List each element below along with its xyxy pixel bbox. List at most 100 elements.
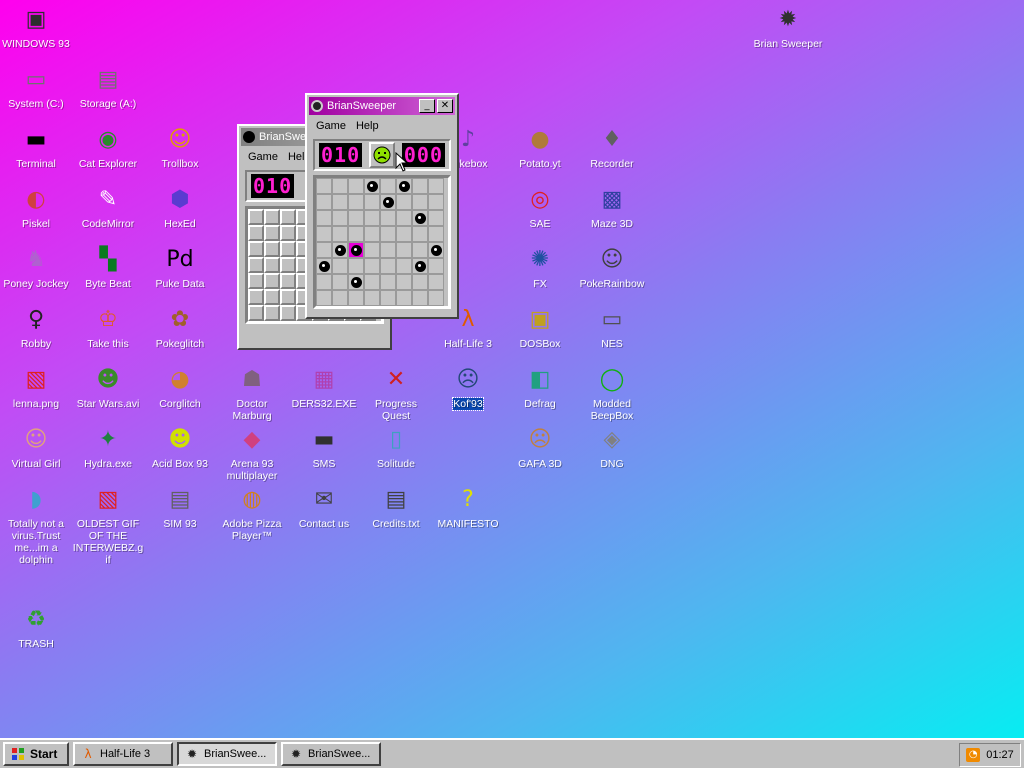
desktop-icon-sms[interactable]: ▬ SMS	[288, 424, 360, 482]
mine-cell[interactable]	[348, 242, 364, 258]
mine-cell[interactable]	[412, 194, 428, 210]
mine-cell[interactable]	[412, 290, 428, 306]
desktop-icon-dolphin[interactable]: ◗ Totally not a virus.Trust me...im a dol…	[0, 484, 72, 566]
mine-cell[interactable]	[332, 194, 348, 210]
mine-cell[interactable]	[428, 258, 444, 274]
mine-cell[interactable]	[332, 290, 348, 306]
mine-cell[interactable]	[248, 225, 264, 241]
mine-cell[interactable]	[380, 210, 396, 226]
desktop-icon-beepbox[interactable]: ◯ Modded BeepBox	[576, 364, 648, 422]
desktop-icon-acid-smiley[interactable]: ☻ Acid Box 93	[144, 424, 216, 482]
mine-cell[interactable]	[412, 210, 428, 226]
mine-cell[interactable]	[316, 258, 332, 274]
mine-cell[interactable]	[380, 226, 396, 242]
mine-cell[interactable]	[380, 178, 396, 194]
desktop-icon-sae-ball[interactable]: ◎ SAE	[504, 184, 576, 242]
mine-cell[interactable]	[364, 194, 380, 210]
taskbar-button[interactable]: ✹ BrianSwee...	[281, 742, 381, 766]
mine-cell[interactable]	[332, 274, 348, 290]
minimize-button[interactable]: _	[419, 99, 435, 113]
mine-cell[interactable]	[264, 273, 280, 289]
taskbar-button[interactable]: ✹ BrianSwee...	[177, 742, 277, 766]
taskbar-button[interactable]: λ Half-Life 3	[73, 742, 173, 766]
menu-game[interactable]: Game	[243, 151, 283, 163]
desktop-icon-question[interactable]: ? MANIFESTO	[432, 484, 504, 542]
mine-cell[interactable]	[280, 305, 296, 321]
mine-cell[interactable]	[248, 289, 264, 305]
mine-cell[interactable]	[396, 290, 412, 306]
mine-cell[interactable]	[380, 194, 396, 210]
desktop-icon-cube[interactable]: ◆ Arena 93 multiplayer	[216, 424, 288, 482]
mine-cell[interactable]	[364, 290, 380, 306]
desktop-icon-corgi[interactable]: ◕ Corglitch	[144, 364, 216, 422]
desktop-icon-bytebeat[interactable]: ▚ Byte Beat	[72, 244, 144, 302]
briansweeper-window[interactable]: BrianSweeper _ ✕ Game Help 010 000	[305, 93, 459, 319]
desktop-icon-pokeglitch[interactable]: ✿ Pokeglitch	[144, 304, 216, 362]
mine-cell[interactable]	[364, 178, 380, 194]
mine-cell[interactable]	[348, 210, 364, 226]
mine-cell[interactable]	[332, 226, 348, 242]
mine-cell[interactable]	[280, 257, 296, 273]
mine-cell[interactable]	[396, 178, 412, 194]
mine-cell[interactable]	[412, 242, 428, 258]
mine-cell[interactable]	[412, 274, 428, 290]
mine-cell[interactable]	[412, 258, 428, 274]
desktop-icon-chat[interactable]: ☺ Trollbox	[144, 124, 216, 182]
mine-cell[interactable]	[332, 210, 348, 226]
close-button[interactable]: ✕	[437, 99, 453, 113]
menu-help[interactable]: Help	[351, 120, 384, 132]
mine-cell[interactable]	[316, 210, 332, 226]
mine-cell[interactable]	[380, 274, 396, 290]
desktop-icon-contact[interactable]: ✉ Contact us	[288, 484, 360, 542]
desktop-icon-kof[interactable]: ☹ Kof'93	[432, 364, 504, 422]
mine-cell[interactable]	[348, 274, 364, 290]
desktop-icon-gafa-face[interactable]: ☹ GAFA 3D	[504, 424, 576, 482]
mine-cell[interactable]	[396, 258, 412, 274]
mine-cell[interactable]	[396, 274, 412, 290]
mine-cell[interactable]	[248, 257, 264, 273]
desktop-icon-puredata[interactable]: Pd Puke Data	[144, 244, 216, 302]
desktop-icon-computer[interactable]: ▣ WINDOWS 93	[0, 4, 72, 62]
mine-cell[interactable]	[396, 194, 412, 210]
mine-cell[interactable]	[248, 273, 264, 289]
desktop-icon-mine[interactable]: ✹ Brian Sweeper	[752, 4, 824, 62]
mine-cell[interactable]	[264, 209, 280, 225]
mine-cell[interactable]	[280, 289, 296, 305]
desktop-icon-hydra[interactable]: ✦ Hydra.exe	[72, 424, 144, 482]
desktop-icon-pony[interactable]: ♞ Poney Jockey	[0, 244, 72, 302]
mine-cell[interactable]	[316, 194, 332, 210]
mine-cell[interactable]	[396, 242, 412, 258]
mine-cell[interactable]	[428, 178, 444, 194]
mine-cell[interactable]	[412, 226, 428, 242]
mine-cell[interactable]	[316, 226, 332, 242]
window-titlebar[interactable]: BrianSweeper _ ✕	[309, 97, 455, 115]
desktop-icon-swords[interactable]: ✕ Progress Quest	[360, 364, 432, 422]
desktop-icon-text-file[interactable]: ▤ Credits.txt	[360, 484, 432, 542]
mine-cell[interactable]	[364, 226, 380, 242]
desktop-icon-image-file[interactable]: ▧ lenna.png	[0, 364, 72, 422]
desktop-icon-drive[interactable]: ▭ System (C:)	[0, 64, 72, 122]
mine-cell[interactable]	[396, 210, 412, 226]
minefield-grid[interactable]	[313, 175, 451, 309]
desktop-icon-dng[interactable]: ◈ DNG	[576, 424, 648, 482]
desktop-icon-palette[interactable]: ◐ Piskel	[0, 184, 72, 242]
desktop-icon-ders[interactable]: ▦ DERS32.EXE	[288, 364, 360, 422]
mine-cell[interactable]	[428, 194, 444, 210]
menu-game[interactable]: Game	[311, 120, 351, 132]
desktop-icon-oldman[interactable]: ♔ Take this	[72, 304, 144, 362]
mine-cell[interactable]	[264, 225, 280, 241]
mine-cell[interactable]	[380, 258, 396, 274]
reset-face-button[interactable]	[369, 142, 395, 168]
desktop-icon-face[interactable]: ☺ Virtual Girl	[0, 424, 72, 482]
desktop-icon-jar[interactable]: ▯ Solitude	[360, 424, 432, 482]
mine-cell[interactable]	[380, 290, 396, 306]
mine-cell[interactable]	[332, 178, 348, 194]
mine-cell[interactable]	[364, 210, 380, 226]
mine-cell[interactable]	[364, 274, 380, 290]
mine-cell[interactable]	[380, 242, 396, 258]
mine-cell[interactable]	[316, 290, 332, 306]
mine-cell[interactable]	[332, 258, 348, 274]
mine-cell[interactable]	[412, 178, 428, 194]
desktop-icon-doctor[interactable]: ☗ Doctor Marburg	[216, 364, 288, 422]
mine-cell[interactable]	[348, 226, 364, 242]
